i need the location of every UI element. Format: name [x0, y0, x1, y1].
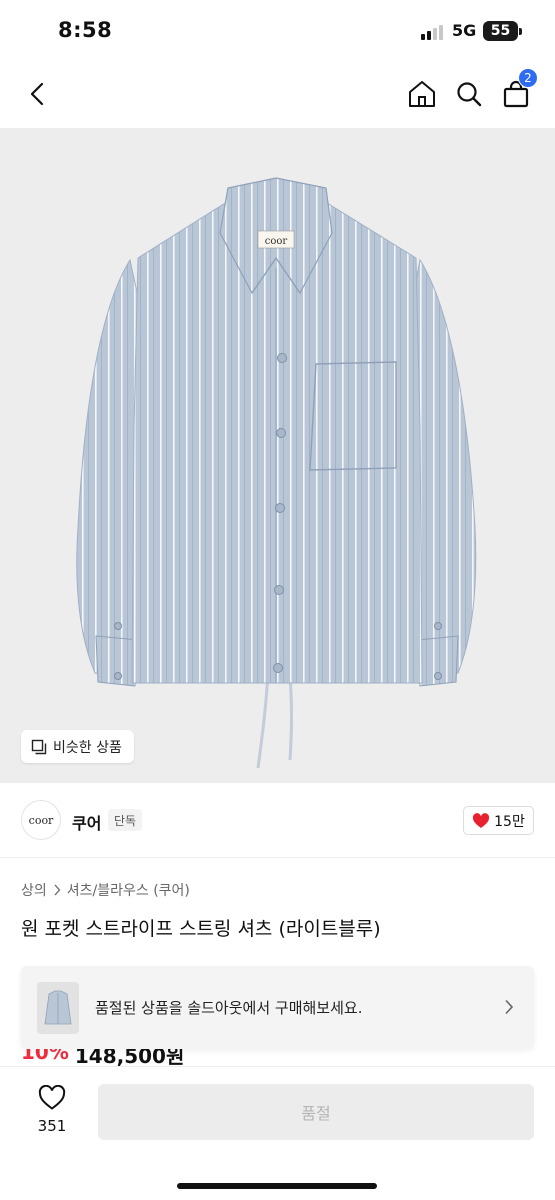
- section-divider: [0, 857, 555, 858]
- heart-outline-icon: [38, 1084, 66, 1110]
- status-bar: 8:58 5G 55: [0, 0, 555, 62]
- similar-products-button[interactable]: 비슷한 상품: [21, 730, 134, 763]
- brand-like-count: 15만: [494, 813, 525, 830]
- banner-text: 품절된 상품을 솔드아웃에서 구매해보세요.: [95, 999, 363, 1017]
- heart-filled-icon: [473, 812, 490, 828]
- similar-products-label: 비슷한 상품: [53, 739, 122, 756]
- similar-items-icon: [31, 739, 47, 754]
- chevron-left-icon: [30, 82, 44, 106]
- breadcrumb-category[interactable]: 상의: [21, 880, 47, 900]
- network-type: 5G: [452, 21, 477, 40]
- garment-label: coor: [265, 236, 288, 247]
- brand-row: coor 쿠어 단독 15만: [0, 800, 555, 846]
- soldout-button[interactable]: 품절: [98, 1084, 534, 1140]
- wishlist-button[interactable]: 351: [30, 1084, 74, 1135]
- brand-like-button[interactable]: 15만: [463, 806, 534, 835]
- battery-icon: 55: [483, 21, 522, 41]
- product-title: 원 포켓 스트라이프 스트링 셔츠 (라이트블루): [21, 918, 381, 940]
- shirt-illustration: coor: [76, 177, 477, 769]
- cellular-signal-icon: [421, 24, 445, 40]
- search-button[interactable]: [449, 74, 489, 114]
- chevron-right-icon: [54, 884, 61, 896]
- home-button[interactable]: [402, 74, 442, 114]
- back-button[interactable]: [18, 74, 58, 114]
- banner-thumbnail: [37, 981, 79, 1034]
- product-image[interactable]: coor 비슷한 상품: [0, 128, 555, 783]
- search-icon: [457, 82, 482, 107]
- breadcrumb-subcategory[interactable]: 셔츠/블라우스 (쿠어): [67, 880, 190, 900]
- exclusive-badge: 단독: [108, 809, 143, 831]
- battery-level: 55: [490, 23, 511, 39]
- bottom-action-bar: 351 품절: [0, 1066, 555, 1200]
- wishlist-count: 351: [37, 1117, 67, 1135]
- brand-logo-text: coor: [28, 813, 54, 827]
- cart-count-badge: 2: [518, 68, 538, 88]
- brand-logo[interactable]: coor: [21, 800, 61, 840]
- home-indicator[interactable]: [177, 1183, 377, 1189]
- chevron-right-icon: [505, 999, 514, 1015]
- top-nav: 2: [0, 62, 555, 128]
- breadcrumb: 상의 셔츠/블라우스 (쿠어): [21, 880, 190, 900]
- brand-name[interactable]: 쿠어: [72, 810, 101, 834]
- cart-button[interactable]: 2: [496, 68, 538, 114]
- status-time: 8:58: [58, 18, 113, 42]
- soldout-banner[interactable]: 품절된 상품을 솔드아웃에서 구매해보세요.: [21, 966, 534, 1049]
- home-icon: [409, 81, 435, 107]
- shirt-thumbnail-icon: [44, 990, 72, 1024]
